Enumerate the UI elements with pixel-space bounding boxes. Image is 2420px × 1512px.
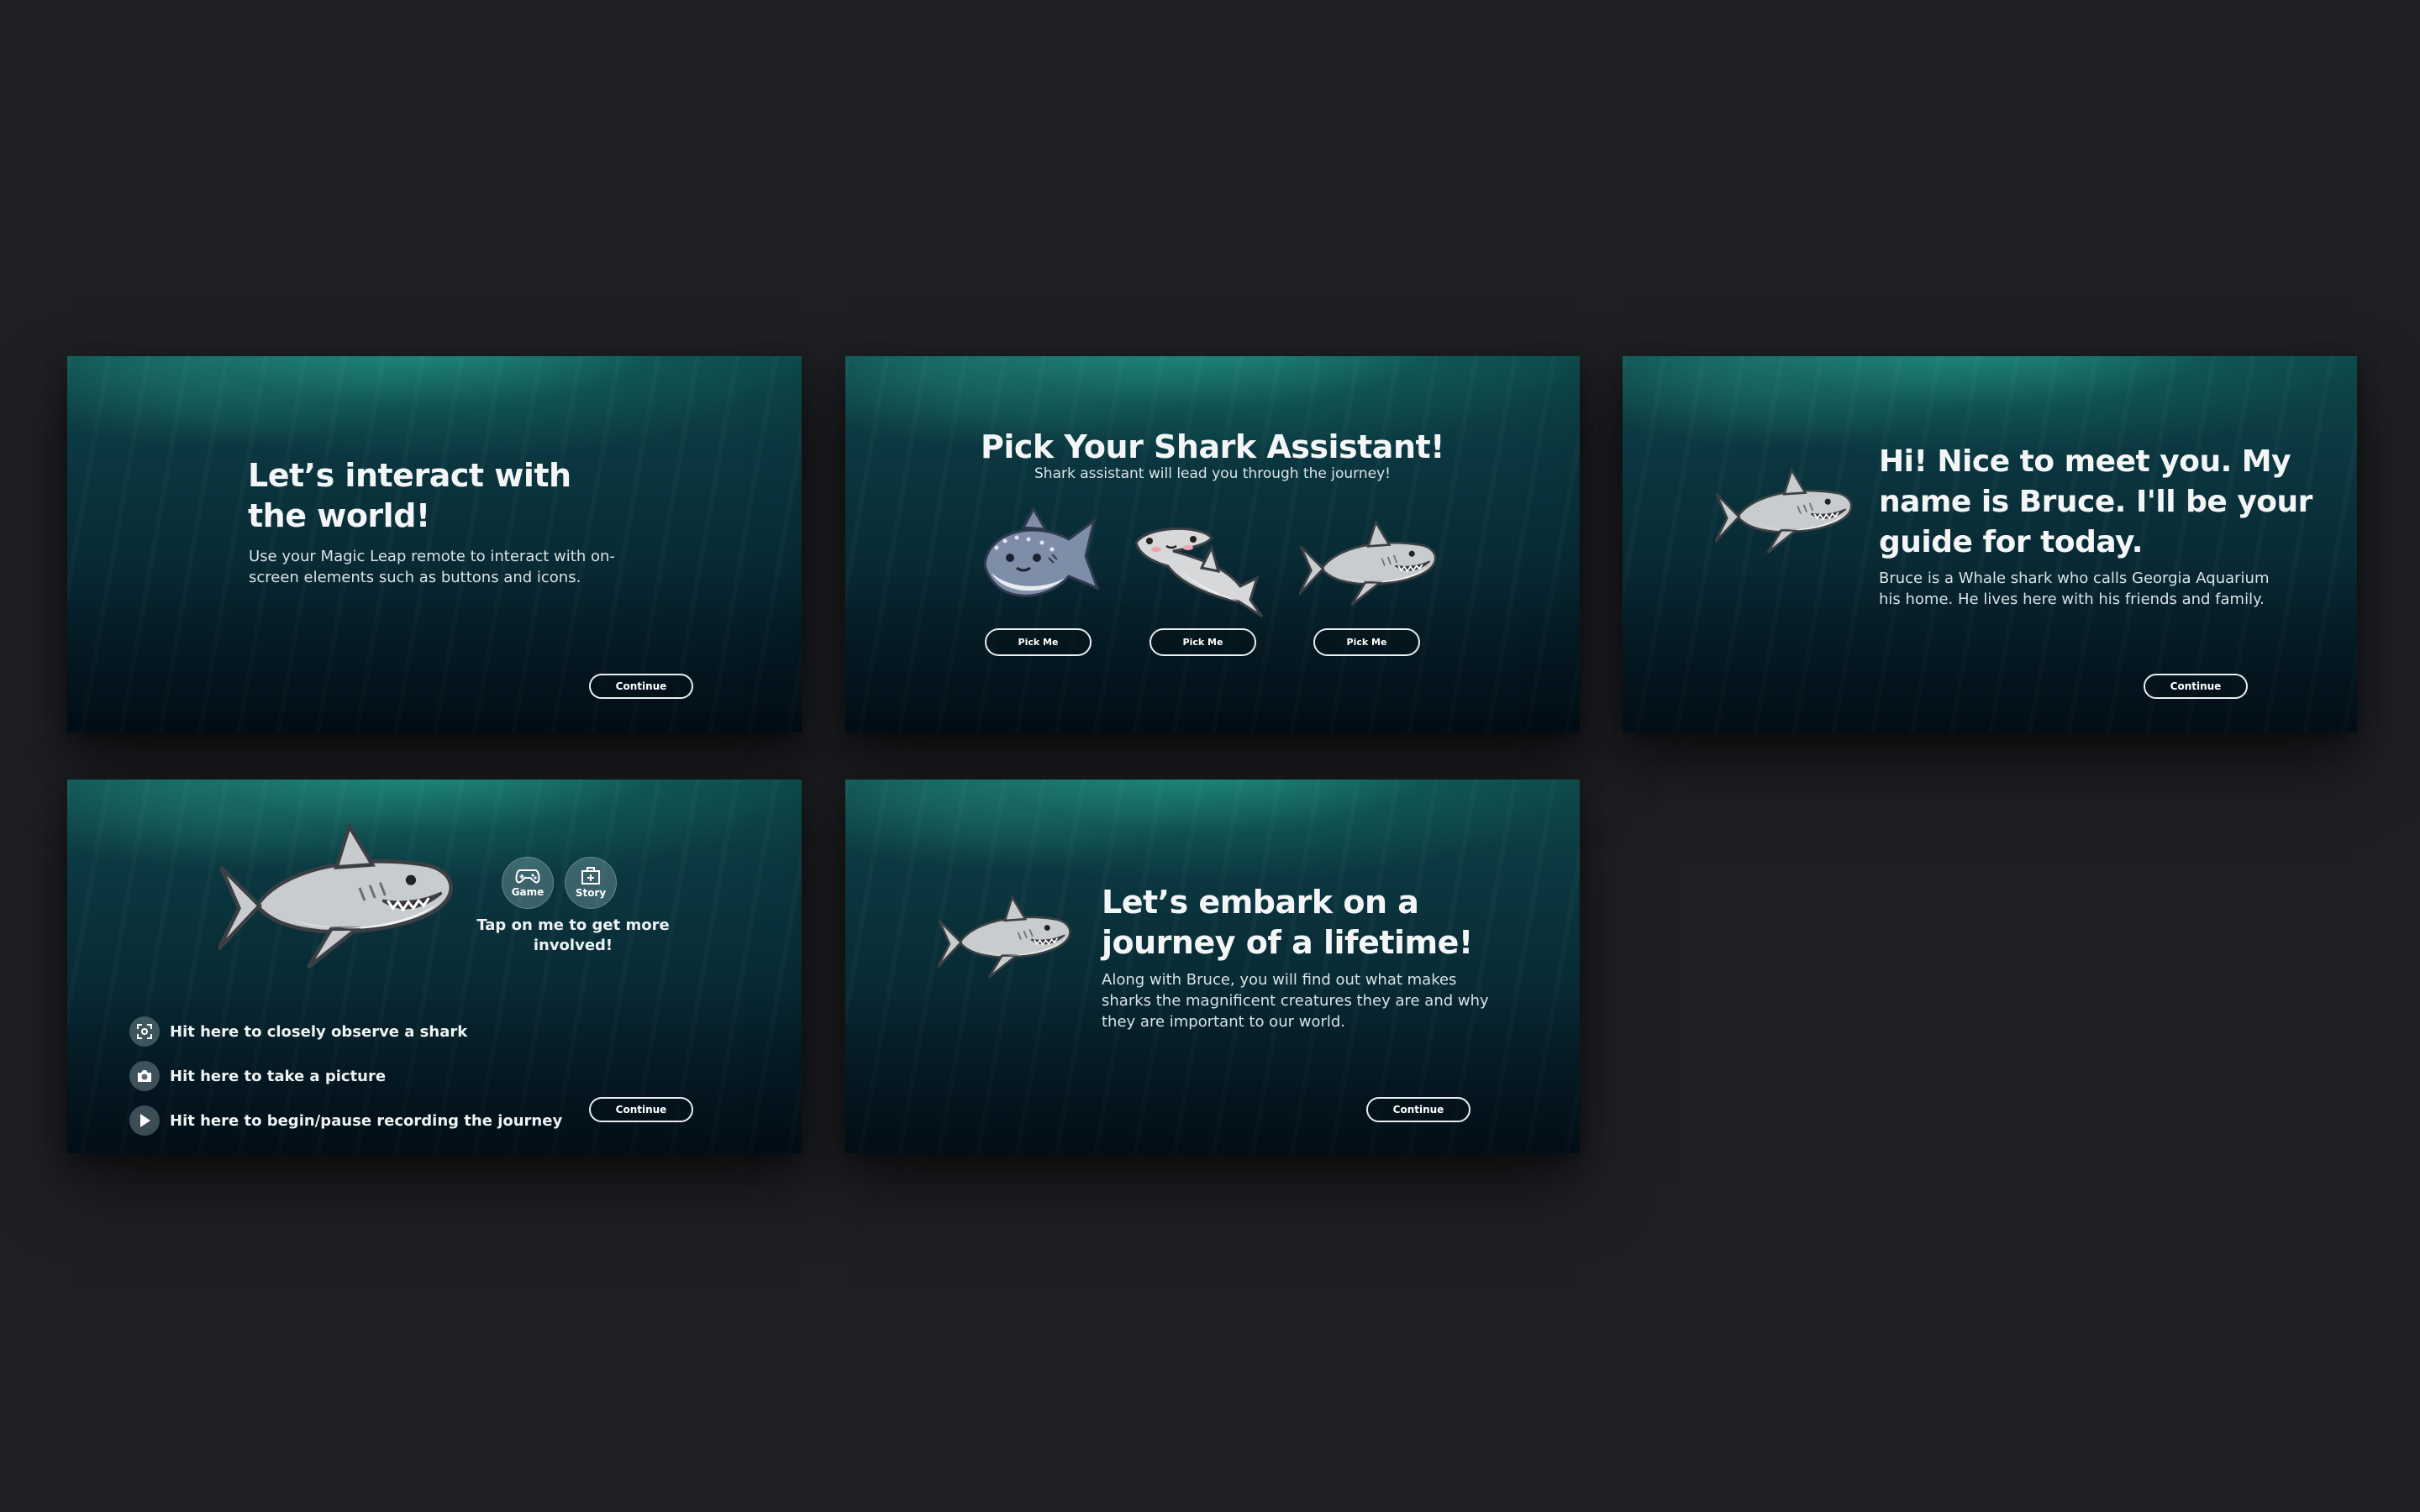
continue-button[interactable]: Continue [589, 674, 693, 699]
panel-pick-assistant: Pick Your Shark Assistant! Shark assista… [845, 356, 1580, 732]
story-label: Story [575, 887, 607, 899]
page-canvas: Let’s interact with the world! Use your … [0, 0, 2420, 1512]
panel-title: Let’s interact with the world! [248, 457, 571, 534]
game-mode-button[interactable]: Game [502, 857, 554, 909]
record-journey-action[interactable]: Hit here to begin/pause recording the jo… [129, 1105, 562, 1136]
panel-meet-bruce: Hi! Nice to meet you. My name is Bruce. … [1623, 356, 2357, 732]
take-picture-action[interactable]: Hit here to take a picture [129, 1061, 386, 1091]
panel-title: Hi! Nice to meet you. My name is Bruce. … [1879, 444, 2312, 559]
great-white-shark-icon[interactable] [1299, 512, 1442, 613]
game-label: Game [511, 886, 544, 898]
story-mode-button[interactable]: Story [565, 857, 617, 909]
continue-button[interactable]: Continue [1366, 1097, 1470, 1122]
action-label: Hit here to begin/pause recording the jo… [170, 1111, 563, 1130]
story-book-icon [581, 867, 600, 885]
panel-body: Use your Magic Leap remote to interact w… [249, 548, 615, 586]
pick-me-button[interactable]: Pick Me [1150, 628, 1256, 656]
tap-hint-text: Tap on me to get more involved! [476, 916, 670, 954]
gamepad-icon [515, 869, 540, 884]
action-label: Hit here to closely observe a shark [170, 1022, 468, 1041]
panel-title: Let’s embark on a journey of a lifetime! [1102, 884, 1473, 961]
observe-shark-action[interactable]: Hit here to closely observe a shark [129, 1016, 467, 1047]
focus-icon [129, 1016, 160, 1047]
panel-embark: Let’s embark on a journey of a lifetime!… [845, 780, 1580, 1153]
panel-subtitle: Shark assistant will lead you through th… [1034, 465, 1391, 482]
bruce-shark-icon [1715, 469, 1853, 554]
panel-title: Pick Your Shark Assistant! [980, 428, 1445, 465]
whale-shark-icon[interactable] [968, 506, 1102, 615]
hammerhead-shark-icon[interactable] [1131, 517, 1265, 618]
panel-body: Along with Bruce, you will find out what… [1102, 971, 1489, 1031]
tappable-shark-icon[interactable] [218, 811, 462, 979]
continue-button[interactable]: Continue [589, 1097, 693, 1122]
pick-me-button[interactable]: Pick Me [1313, 628, 1420, 656]
play-icon [129, 1105, 160, 1136]
action-label: Hit here to take a picture [170, 1067, 387, 1085]
pick-me-button[interactable]: Pick Me [985, 628, 1092, 656]
bruce-shark-icon [938, 895, 1071, 979]
panel-interact: Let’s interact with the world! Use your … [67, 356, 802, 732]
panel-controls: Game Story Tap on me to get more involve… [67, 780, 802, 1153]
camera-icon [129, 1061, 160, 1091]
continue-button[interactable]: Continue [2144, 674, 2248, 699]
panel-body: Bruce is a Whale shark who calls Georgia… [1879, 570, 2270, 608]
